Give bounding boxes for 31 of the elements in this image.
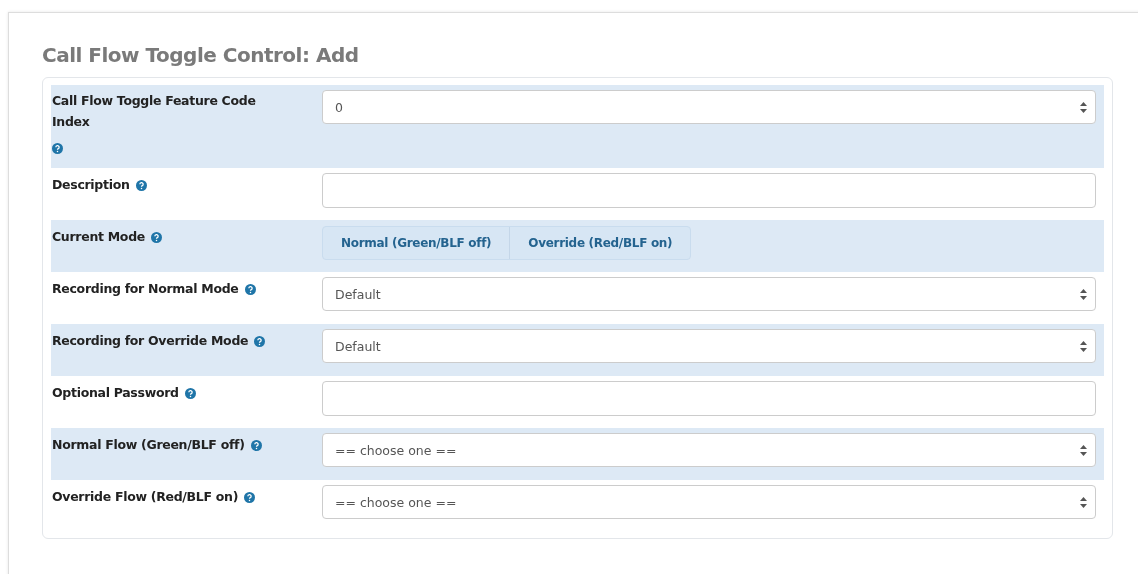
mode-toggle-button[interactable]: Normal (Green/BLF off) bbox=[323, 227, 510, 259]
help-icon[interactable] bbox=[254, 336, 266, 347]
select-field[interactable]: Default bbox=[322, 329, 1096, 363]
sort-arrows-icon bbox=[1080, 101, 1087, 113]
field-label: Override Flow (Red/BLF on) bbox=[52, 489, 239, 504]
text-field[interactable] bbox=[322, 173, 1096, 208]
help-icon[interactable] bbox=[250, 440, 262, 451]
page-title: Call Flow Toggle Control: Add bbox=[42, 43, 360, 67]
field-label: Recording for Override Mode bbox=[52, 333, 249, 348]
select-field[interactable]: == choose one == bbox=[322, 433, 1096, 467]
text-field[interactable] bbox=[322, 381, 1096, 416]
help-icon[interactable] bbox=[244, 492, 256, 503]
select-field[interactable]: Default bbox=[322, 277, 1096, 311]
sort-arrows-icon bbox=[1080, 288, 1087, 300]
sort-arrows-icon bbox=[1080, 340, 1087, 352]
mode-toggle-button[interactable]: Override (Red/BLF on) bbox=[509, 227, 691, 259]
help-icon[interactable] bbox=[184, 388, 196, 399]
field-label: Optional Password bbox=[52, 385, 179, 400]
field-label: Description bbox=[52, 177, 130, 192]
help-icon[interactable] bbox=[150, 232, 162, 243]
field-label: Recording for Normal Mode bbox=[52, 281, 239, 296]
field-label: Current Mode bbox=[52, 229, 145, 244]
help-icon[interactable] bbox=[135, 180, 147, 191]
sort-arrows-icon bbox=[1080, 496, 1087, 508]
help-icon[interactable] bbox=[52, 143, 63, 154]
field-label: Call Flow Toggle Feature Code Index bbox=[52, 92, 257, 131]
field-label: Normal Flow (Green/BLF off) bbox=[52, 437, 245, 452]
select-field[interactable]: 0 bbox=[322, 90, 1096, 124]
sort-arrows-icon bbox=[1080, 444, 1087, 456]
help-icon[interactable] bbox=[244, 284, 256, 295]
select-field[interactable]: == choose one == bbox=[322, 485, 1096, 519]
